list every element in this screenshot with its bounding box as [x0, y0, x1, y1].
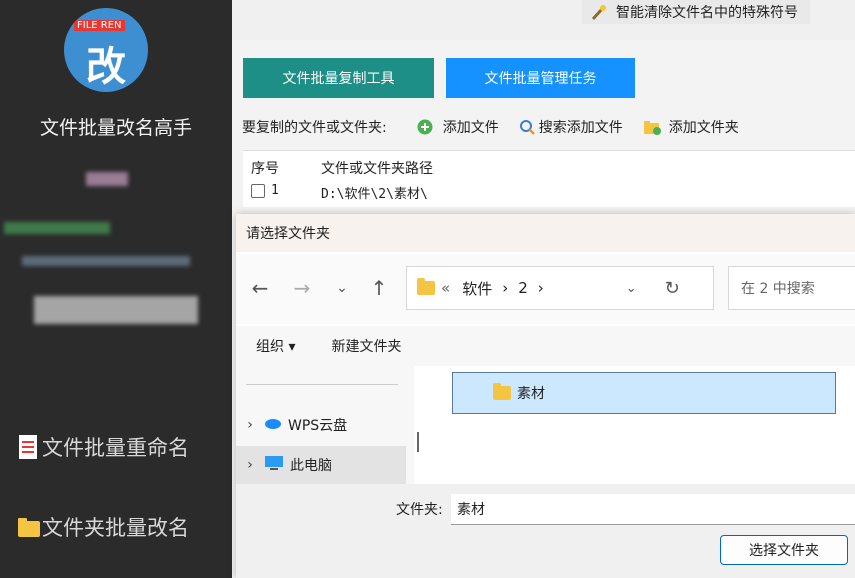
dialog-titlebar: 请选择文件夹: [236, 214, 855, 252]
folder-add-icon: [643, 119, 661, 135]
add-circle-icon: [417, 119, 433, 135]
new-folder-button[interactable]: 新建文件夹: [331, 336, 401, 356]
folder-icon: [493, 383, 511, 400]
refresh-icon[interactable]: ↻: [665, 278, 680, 299]
app-logo: FILE REN 改: [64, 8, 148, 92]
sidebar-item-label: 文件批量重命名: [42, 436, 189, 460]
folder-name-value: 素材: [457, 502, 485, 518]
file-table: 序号 文件或文件夹路径 1 D:\软件\2\素材\: [243, 150, 855, 207]
logo-tag: FILE REN: [74, 20, 125, 31]
pane-splitter[interactable]: [417, 432, 419, 452]
folder-search-input[interactable]: 在 2 中搜索: [728, 266, 855, 310]
logo-char: 改: [86, 44, 126, 90]
smart-clean-button[interactable]: 智能清除文件名中的特殊符号: [582, 0, 810, 24]
breadcrumb-overflow[interactable]: «: [441, 279, 450, 297]
back-arrow-icon[interactable]: ←: [248, 276, 272, 300]
folder-content-pane: 素材: [428, 366, 855, 484]
folder-icon: [16, 513, 40, 541]
row-checkbox[interactable]: [251, 183, 265, 198]
dialog-navbar: ← → ⌄ ↑ « 软件 › 2 › ⌄ ↻ 在 2 中搜索: [236, 254, 855, 324]
search-add-file-label: 搜索添加文件: [538, 120, 623, 136]
row-number: 1: [271, 183, 279, 198]
file-toolbar: 要复制的文件或文件夹: 添加文件 搜索添加文件 添加文件夹: [232, 112, 855, 142]
address-bar[interactable]: « 软件 › 2 › ⌄ ↻: [406, 266, 714, 310]
folder-field-label: 文件夹:: [396, 502, 443, 518]
add-folder-label: 添加文件夹: [668, 120, 739, 136]
dialog-footer: 文件夹: 素材 选择文件夹: [236, 484, 855, 578]
smart-clean-label: 智能清除文件名中的特殊符号: [616, 5, 798, 21]
blurred-graphic: [22, 256, 190, 266]
nav-item-this-pc[interactable]: › 此电脑: [236, 446, 406, 484]
breadcrumb-separator[interactable]: ›: [538, 279, 544, 297]
add-file-label: 添加文件: [442, 120, 499, 136]
dialog-title: 请选择文件夹: [246, 226, 330, 242]
magic-wand-icon: [590, 3, 608, 21]
blurred-graphic: [34, 296, 198, 324]
up-arrow-icon[interactable]: ↑: [367, 276, 391, 300]
folder-name-input[interactable]: 素材: [451, 494, 855, 525]
breadcrumb-item[interactable]: 软件: [462, 278, 492, 299]
search-add-file-button[interactable]: 搜索添加文件: [519, 117, 623, 137]
tab-file-manage[interactable]: 文件批量管理任务: [446, 58, 635, 98]
table-header: 序号 文件或文件夹路径: [243, 158, 433, 178]
separator: [246, 384, 398, 385]
nav-item-label: 此电脑: [290, 458, 332, 474]
chevron-down-icon[interactable]: ⌄: [626, 281, 637, 296]
breadcrumb-item[interactable]: 2: [518, 279, 528, 297]
column-header-no: 序号: [251, 161, 279, 177]
row-path: D:\软件\2\素材\: [321, 187, 428, 202]
navigation-pane: › WPS云盘 › 此电脑: [236, 366, 419, 484]
chevron-right-icon[interactable]: ›: [236, 457, 264, 473]
app-title: 文件批量改名高手: [39, 117, 192, 139]
forward-arrow-icon[interactable]: →: [290, 276, 314, 300]
folder-item-label: 素材: [517, 386, 545, 402]
toolbar-label: 要复制的文件或文件夹:: [242, 120, 387, 136]
column-header-path: 文件或文件夹路径: [321, 161, 433, 177]
search-placeholder: 在 2 中搜索: [741, 281, 815, 297]
chevron-right-icon[interactable]: ›: [236, 417, 264, 433]
sidebar-item-folder-rename[interactable]: 文件夹批量改名: [16, 512, 189, 542]
breadcrumb-separator[interactable]: ›: [502, 279, 508, 297]
cloud-icon: [264, 417, 282, 433]
sidebar-item-file-rename[interactable]: 文件批量重命名: [16, 432, 189, 462]
table-row[interactable]: 1 D:\软件\2\素材\: [243, 183, 428, 202]
document-icon: [16, 433, 40, 461]
nav-item-label: WPS云盘: [288, 418, 348, 434]
select-folder-dialog: 请选择文件夹 ← → ⌄ ↑ « 软件 › 2 › ⌄ ↻ 在 2 中搜索 组织…: [236, 214, 855, 578]
sidebar-item-label: 文件夹批量改名: [42, 516, 189, 540]
organize-menu[interactable]: 组织 ▾: [256, 336, 295, 356]
recent-locations-icon[interactable]: ⌄: [330, 280, 354, 296]
dialog-command-bar: 组织 ▾ 新建文件夹: [236, 326, 855, 366]
tab-file-copy[interactable]: 文件批量复制工具: [243, 58, 434, 98]
nav-item-wps-cloud[interactable]: › WPS云盘: [236, 406, 406, 444]
sidebar: FILE REN 改 文件批量改名高手 文件批量重命名 文件夹批量改名: [0, 0, 232, 578]
folder-item-selected[interactable]: 素材: [452, 372, 836, 414]
search-icon: [519, 119, 535, 135]
blurred-graphic: [4, 222, 110, 234]
add-file-button[interactable]: 添加文件: [417, 117, 499, 137]
folder-icon: [417, 278, 435, 295]
add-folder-button[interactable]: 添加文件夹: [643, 117, 739, 137]
select-folder-button[interactable]: 选择文件夹: [720, 535, 848, 565]
computer-icon: [264, 455, 284, 475]
blurred-graphic: [86, 172, 128, 186]
